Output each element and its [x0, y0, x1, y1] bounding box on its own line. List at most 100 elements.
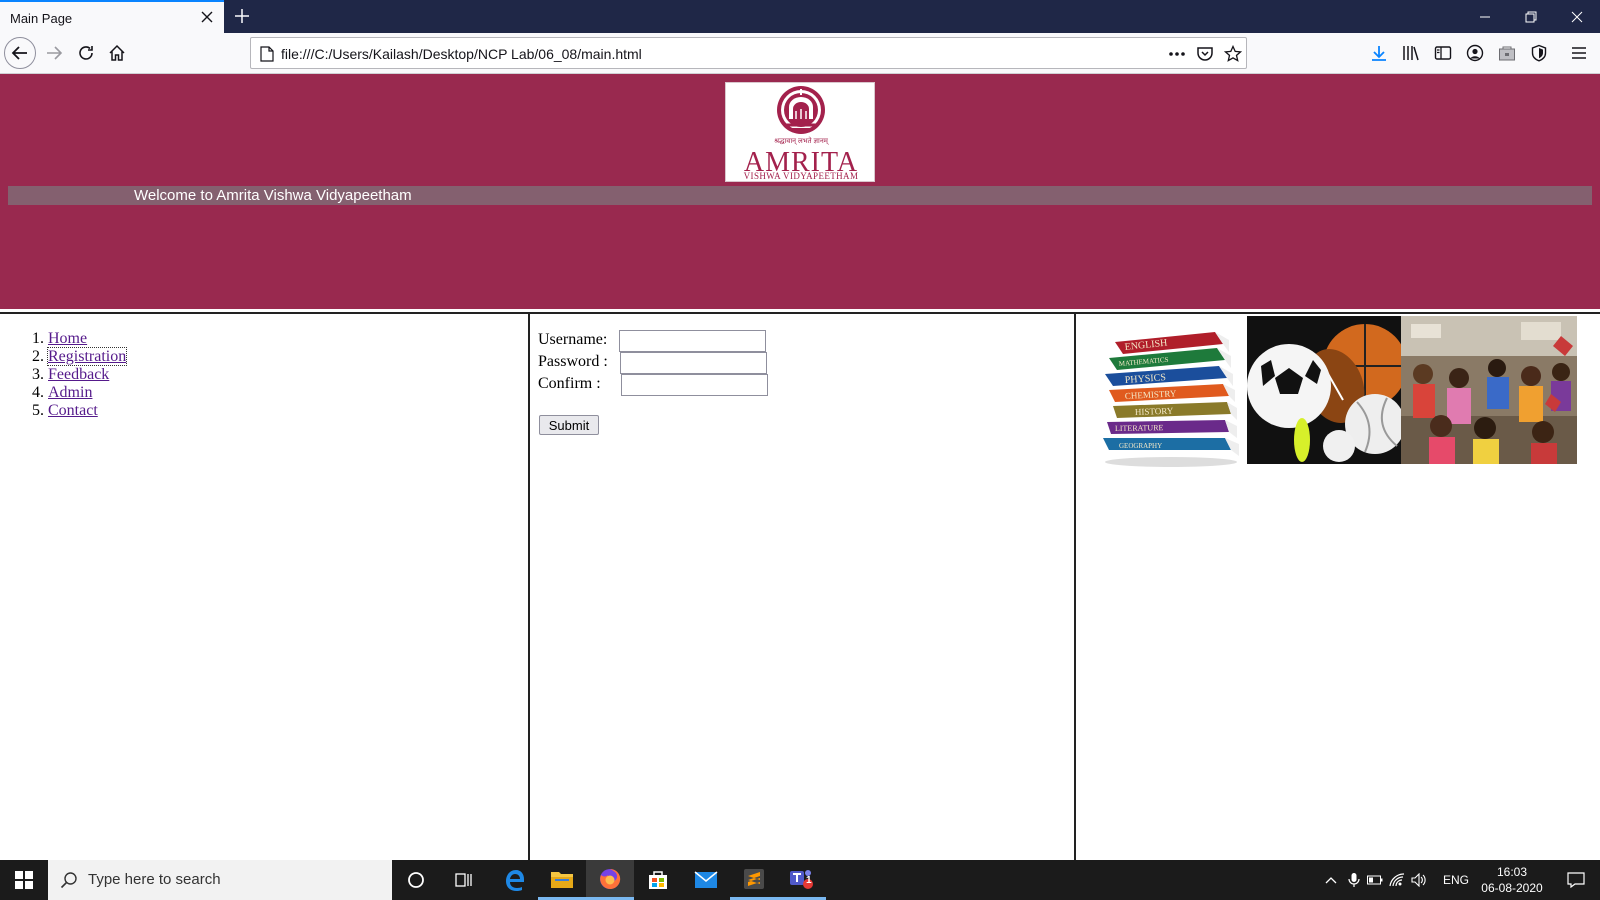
- microphone-icon[interactable]: [1344, 860, 1364, 900]
- username-label: Username:: [538, 331, 608, 348]
- submit-button[interactable]: Submit: [539, 415, 599, 435]
- action-center-icon: [1567, 872, 1585, 888]
- amrita-logo: श्रद्धावान् लभते ज्ञानम् AMRITA VISHWA V…: [725, 82, 875, 182]
- windows-logo-icon: [15, 871, 33, 889]
- nav-item-home: 1. Home: [32, 330, 126, 348]
- store-icon: [649, 871, 667, 889]
- nav-link-registration[interactable]: Registration: [46, 347, 128, 366]
- show-hidden-icons[interactable]: [1320, 860, 1342, 900]
- form-frame: Username: Password : Confirm : Submit: [530, 316, 1075, 860]
- edge-icon: [506, 870, 524, 891]
- nav-link-home[interactable]: Home: [48, 330, 87, 347]
- pocket-icon[interactable]: [1195, 44, 1215, 64]
- list-number: 4.: [32, 384, 44, 401]
- taskbar-sublime-text[interactable]: [730, 860, 778, 900]
- confirm-password-input[interactable]: [621, 374, 768, 396]
- list-number: 3.: [32, 366, 44, 383]
- taskbar-file-explorer[interactable]: [538, 860, 586, 900]
- nav-link-feedback[interactable]: Feedback: [48, 366, 109, 383]
- home-icon: [109, 44, 125, 61]
- downloads-icon[interactable]: [1368, 42, 1390, 64]
- nav-frame: 1. Home 2. Registration 3. Feedback 4. Admin…: [0, 316, 528, 860]
- notifications-button[interactable]: [1556, 860, 1596, 900]
- back-button[interactable]: [4, 37, 36, 69]
- nav-link-contact[interactable]: Contact: [48, 402, 98, 419]
- account-icon[interactable]: [1464, 42, 1486, 64]
- extension-icon[interactable]: [1496, 42, 1518, 64]
- header-frame: श्रद्धावान् लभते ज्ञानम् AMRITA VISHWA V…: [0, 74, 1600, 309]
- nav-link-admin[interactable]: Admin: [48, 384, 92, 401]
- nav-item-contact: 5. Contact: [32, 402, 126, 420]
- shield-icon[interactable]: [1528, 42, 1550, 64]
- menu-icon[interactable]: [1568, 42, 1590, 64]
- image-frame: ENGLISH MATHEMATICS PHYSICS CHEMISTRY HI…: [1077, 316, 1600, 860]
- tab-title: Main Page: [10, 11, 73, 26]
- password-label: Password :: [538, 353, 608, 370]
- browser-toolbar: file:///C:/Users/Kailash/Desktop/NCP Lab…: [0, 33, 1600, 74]
- forward-button[interactable]: [38, 37, 70, 69]
- new-tab-icon[interactable]: [232, 6, 252, 26]
- username-input[interactable]: [619, 330, 766, 352]
- teams-badge: 1: [806, 875, 812, 886]
- battery-icon[interactable]: [1364, 860, 1386, 900]
- library-icon[interactable]: [1400, 42, 1422, 64]
- sublime-text-icon: [744, 868, 764, 889]
- page-actions-icon[interactable]: [1167, 44, 1187, 64]
- taskbar-firefox[interactable]: [586, 860, 634, 900]
- task-view-icon: [455, 873, 472, 887]
- start-button[interactable]: [0, 860, 48, 900]
- list-number: 2.: [32, 348, 44, 365]
- browser-tab-strip: Main Page: [0, 0, 1600, 33]
- windows-taskbar: Type here to search 1 ENG 16:03 06-08-20…: [0, 860, 1600, 900]
- sidebar-icon[interactable]: [1432, 42, 1454, 64]
- reload-button[interactable]: [70, 37, 102, 69]
- book-physics: PHYSICS: [1124, 372, 1166, 386]
- page-info-icon[interactable]: [257, 44, 277, 64]
- cortana-button[interactable]: [392, 860, 440, 900]
- bookmark-star-icon[interactable]: [1223, 44, 1243, 64]
- logo-motto: श्रद्धावान् लभते ज्ञानम्: [774, 138, 828, 145]
- password-input[interactable]: [620, 352, 767, 374]
- book-geography: GEOGRAPHY: [1119, 442, 1162, 450]
- browser-tab-main-page[interactable]: Main Page: [0, 0, 224, 33]
- url-text[interactable]: file:///C:/Users/Kailash/Desktop/NCP Lab…: [281, 46, 642, 62]
- frame-divider-horizontal[interactable]: [0, 309, 1600, 314]
- reload-icon: [79, 46, 93, 60]
- list-number: 1.: [32, 330, 44, 347]
- taskbar-mail[interactable]: [682, 860, 730, 900]
- taskbar-store[interactable]: [634, 860, 682, 900]
- wifi-icon[interactable]: [1386, 860, 1408, 900]
- cortana-icon: [408, 872, 424, 888]
- taskbar-clock[interactable]: 16:03 06-08-2020: [1476, 864, 1548, 896]
- folder-icon: [551, 871, 573, 888]
- list-number: 5.: [32, 402, 44, 419]
- welcome-text: Welcome to Amrita Vishwa Vidyapeetham: [134, 187, 412, 204]
- search-placeholder: Type here to search: [88, 871, 221, 888]
- close-window-icon[interactable]: [1554, 0, 1600, 33]
- book-literature: LITERATURE: [1115, 423, 1164, 433]
- nav-item-admin: 4. Admin: [32, 384, 126, 402]
- task-view-button[interactable]: [440, 860, 488, 900]
- url-bar[interactable]: file:///C:/Users/Kailash/Desktop/NCP Lab…: [250, 37, 1247, 69]
- mail-icon: [694, 871, 718, 888]
- home-button[interactable]: [101, 37, 133, 69]
- sports-balls-image: [1247, 316, 1401, 464]
- logo-subtitle: VISHWA VIDYAPEETHAM: [743, 171, 859, 181]
- book-english: ENGLISH: [1124, 338, 1168, 353]
- welcome-marquee: Welcome to Amrita Vishwa Vidyapeetham: [8, 186, 1592, 205]
- taskbar-edge[interactable]: [490, 860, 538, 900]
- close-tab-icon[interactable]: [198, 8, 216, 26]
- confirm-label: Confirm :: [538, 375, 601, 392]
- input-language[interactable]: ENG: [1438, 860, 1474, 900]
- taskbar-search-box[interactable]: Type here to search: [48, 860, 392, 900]
- taskbar-teams[interactable]: 1: [778, 860, 826, 900]
- nav-list: 1. Home 2. Registration 3. Feedback 4. Admin…: [32, 330, 128, 420]
- volume-icon[interactable]: [1408, 860, 1430, 900]
- clock-date: 06-08-2020: [1481, 881, 1543, 895]
- chevron-up-icon: [1325, 877, 1337, 884]
- nav-item-feedback: 3. Feedback: [32, 366, 126, 384]
- forward-arrow-icon: [47, 46, 63, 60]
- restore-icon[interactable]: [1508, 0, 1554, 33]
- minimize-icon[interactable]: [1462, 0, 1508, 33]
- clock-time: 16:03: [1496, 865, 1528, 879]
